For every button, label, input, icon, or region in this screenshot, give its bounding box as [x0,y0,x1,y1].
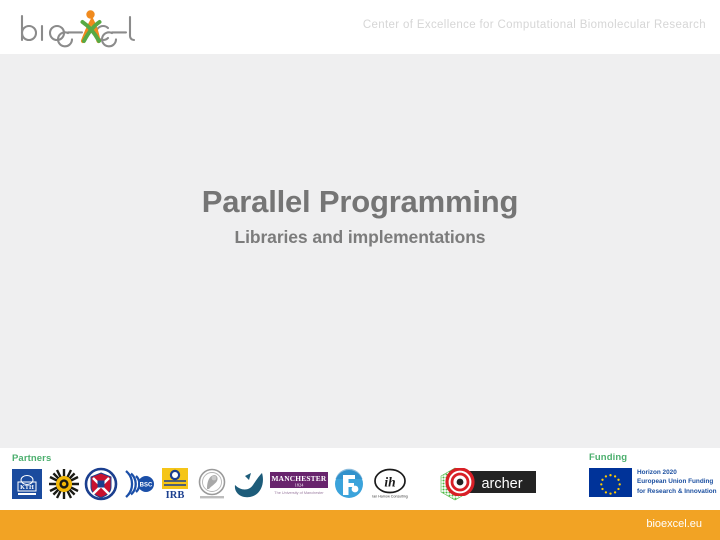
svg-text:KTH: KTH [20,484,34,491]
manchester-logo-icon: MANCHESTER 1824 The University of Manche… [269,467,329,501]
site-url[interactable]: bioexcel.eu [646,518,702,530]
max-planck-seal-icon [195,467,229,501]
svg-text:The University of Manchester: The University of Manchester [274,491,324,495]
partner-logo-strip: KTH BSC IRB MANCHESTER 1824 The Universi… [10,466,474,502]
sunburst-logo-icon [47,467,81,501]
bottom-bar: bioexcel.eu [0,510,720,540]
partners-label: Partners [12,453,52,464]
irb-logo-icon: IRB [158,467,192,501]
svg-text:ih: ih [384,475,395,490]
archer-logo: archer [444,467,536,497]
page-title: Parallel Programming [201,184,519,219]
edinburgh-crest-icon [84,467,118,501]
ian-harrow-consulting-icon: ih Ian Harrow Consulting [369,467,411,501]
slide-body: Parallel Programming Libraries and imple… [0,54,720,448]
bioexcel-figure-icon [80,10,102,44]
eu-funding-logo: Horizon 2020 European Union Funding for … [589,466,717,498]
eu-flag-icon [589,467,632,497]
funding-label: Funding [589,452,628,463]
eu-funding-text: Horizon 2020 European Union Funding for … [637,468,717,496]
svg-text:Ian Harrow Consulting: Ian Harrow Consulting [372,495,408,499]
svg-text:BSC: BSC [140,483,153,489]
kth-logo-icon: KTH [10,467,44,501]
header-tagline: Center of Excellence for Computational B… [362,19,706,31]
juelich-swoosh-icon [232,467,266,501]
slide-header: Center of Excellence for Computational B… [0,0,720,54]
archer-wordmark: archer [481,476,522,492]
eu-funding-line2: European Union Funding [637,478,714,486]
page-subtitle: Libraries and implementations [234,226,486,247]
bioexcel-logo [16,6,136,50]
blue-circle-f-icon [332,467,366,501]
eu-funding-line1: Horizon 2020 [637,469,677,477]
eu-funding-line3: for Research & Innovation [637,487,717,495]
slide: Center of Excellence for Computational B… [0,0,720,540]
svg-text:IRB: IRB [166,490,185,501]
bsc-logo-icon: BSC [121,467,155,501]
title-block: Parallel Programming Libraries and imple… [0,184,720,248]
svg-text:1824: 1824 [295,483,305,488]
